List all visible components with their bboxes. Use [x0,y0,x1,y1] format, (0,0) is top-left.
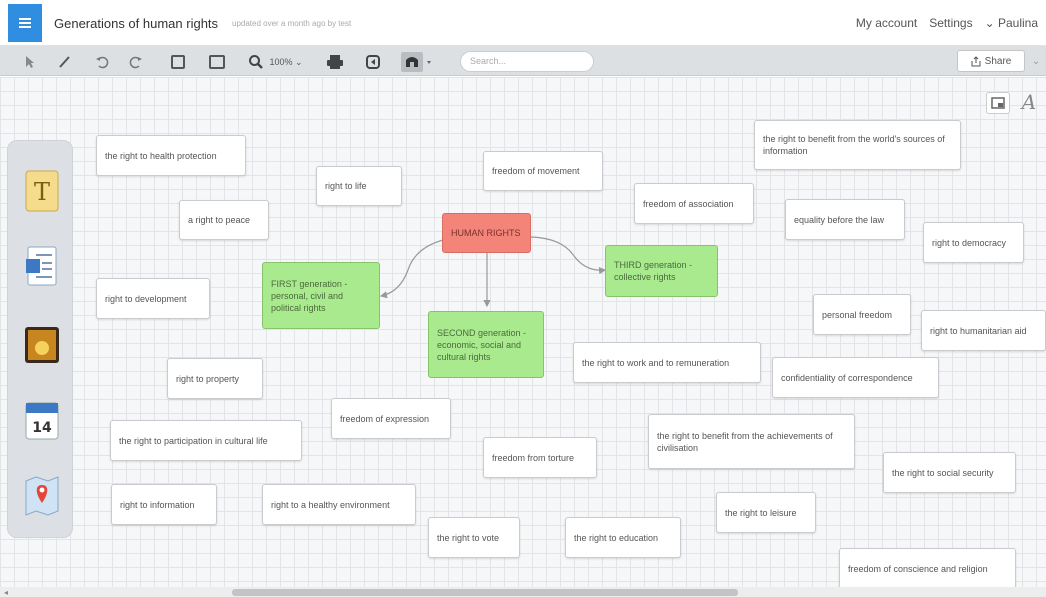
node-right[interactable]: the right to benefit from the world's so… [754,120,961,170]
node-right[interactable]: freedom of conscience and religion [839,548,1016,589]
node-right[interactable]: the right to work and to remuneration [573,342,761,383]
node-right[interactable]: the right to education [565,517,681,558]
node-right[interactable]: right to property [167,358,263,399]
node-right[interactable]: right to humanitarian aid [921,310,1046,351]
node-right[interactable]: the right to leisure [716,492,816,533]
node-right[interactable]: the right to health protection [96,135,246,176]
node-right[interactable]: the right to vote [428,517,520,558]
node-right[interactable]: freedom of expression [331,398,451,439]
horizontal-scrollbar-thumb[interactable] [232,589,738,596]
node-right[interactable]: the right to social security [883,452,1016,493]
node-right[interactable]: right to democracy [923,222,1024,263]
node-right[interactable]: a right to peace [179,200,269,240]
connector-third [530,236,607,275]
node-right[interactable]: right to development [96,278,210,319]
node-right[interactable]: right to life [316,166,402,206]
connector-first [379,239,444,299]
node-human-rights[interactable]: HUMAN RIGHTS [442,213,531,253]
node-right[interactable]: freedom of movement [483,151,603,191]
node-second-generation[interactable]: SECOND generation - economic, social and… [428,311,544,378]
node-right[interactable]: personal freedom [813,294,911,335]
node-right[interactable]: freedom from torture [483,437,597,478]
node-right[interactable]: equality before the law [785,199,905,240]
node-right[interactable]: the right to benefit from the achievemen… [648,414,855,469]
node-third-generation[interactable]: THIRD generation - collective rights [605,245,718,297]
node-right[interactable]: confidentiality of correspondence [772,357,939,398]
node-right[interactable]: the right to participation in cultural l… [110,420,302,461]
scroll-left-arrow-icon[interactable]: ◂ [4,588,8,597]
node-first-generation[interactable]: FIRST generation - personal, civil and p… [262,262,380,329]
node-right[interactable]: right to a healthy environment [262,484,416,525]
node-right[interactable]: freedom of association [634,183,754,224]
node-right[interactable]: right to information [111,484,217,525]
